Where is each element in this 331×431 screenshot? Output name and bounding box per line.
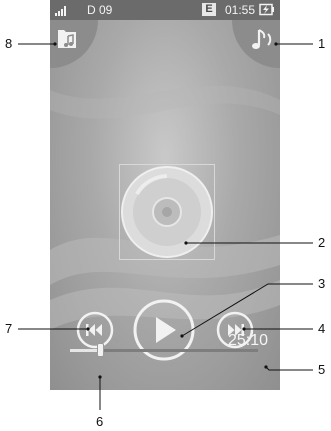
callout-6: 6 bbox=[96, 414, 104, 429]
callout-3: 3 bbox=[318, 276, 326, 291]
callout-lines bbox=[18, 42, 313, 410]
callout-7: 7 bbox=[5, 321, 13, 336]
callout-2: 2 bbox=[318, 235, 326, 250]
callout-5: 5 bbox=[318, 362, 326, 377]
callout-8: 8 bbox=[5, 36, 13, 51]
callout-1: 1 bbox=[318, 36, 326, 51]
callout-4: 4 bbox=[318, 321, 326, 336]
